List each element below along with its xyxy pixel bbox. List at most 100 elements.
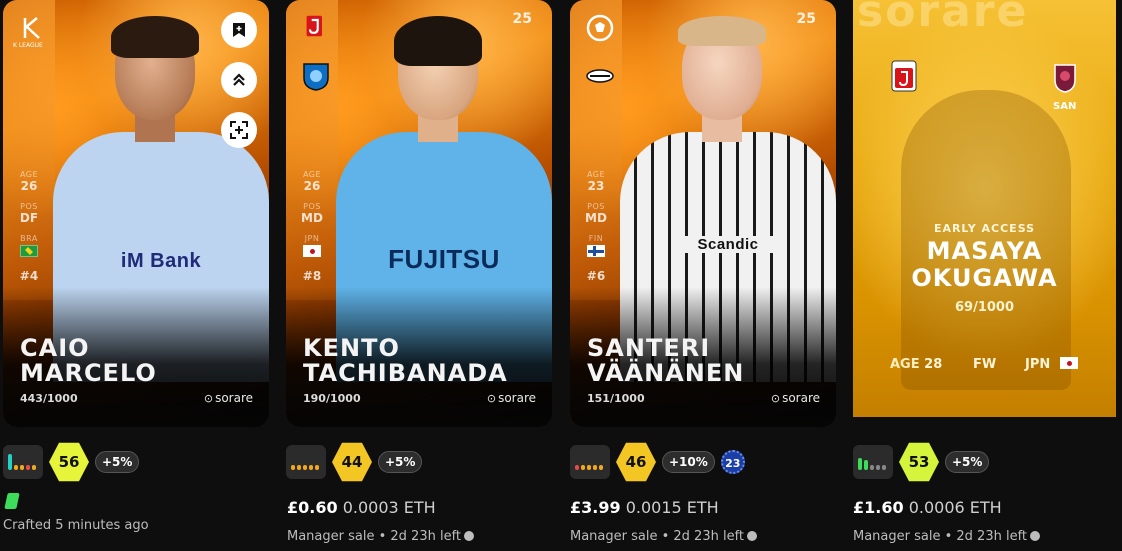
clock-icon — [747, 531, 758, 541]
level-badge: 23 — [720, 450, 745, 474]
price-gbp: £3.99 — [570, 498, 621, 517]
shirt-number: #4 — [19, 269, 39, 283]
kyoto-sanga-crest-icon — [1054, 64, 1076, 93]
sale-text: Manager sale • 2d 23h left — [853, 529, 1028, 544]
pack-position: FW — [973, 357, 997, 372]
country-code: JPN — [304, 234, 320, 243]
score-badge: 46 — [616, 442, 656, 482]
early-access-label: EARLY ACCESS — [933, 222, 1036, 235]
price-gbp: £0.60 — [287, 498, 338, 517]
form-meter — [570, 445, 610, 479]
shirt-number: #6 — [586, 269, 606, 283]
card3-price[interactable]: £3.99 0.0015 ETH — [570, 498, 719, 517]
player-first-name: SANTERI — [587, 334, 711, 362]
age-label: AGE — [19, 170, 39, 179]
form-meter — [3, 445, 43, 479]
pack-price[interactable]: £1.60 0.0006 ETH — [853, 498, 1002, 517]
player-card-kento-tachibanada[interactable]: 25 FUJITSU AGE 26 POS MD JPN #8 KENTO TA… — [286, 0, 552, 427]
price-eth: 0.0003 ETH — [342, 498, 436, 517]
eliteserien-logo-icon — [586, 14, 614, 42]
sorare-brand: sorare — [771, 391, 820, 405]
card3-score-row: 46 +10% 23 — [570, 442, 745, 482]
scan-button[interactable] — [221, 112, 257, 148]
card3-sale-info: Manager sale • 2d 23h left — [570, 529, 758, 544]
level-up-button[interactable] — [221, 62, 257, 98]
age-value: 26 — [303, 179, 321, 193]
bonus-badge: +10% — [662, 451, 715, 473]
player-stats: AGE 26 POS DF BRA #4 — [3, 170, 55, 292]
pack-serial: 69/1000 — [954, 300, 1015, 315]
pack-score-row: 53 +5% — [853, 442, 990, 482]
bonus-badge: +5% — [378, 451, 423, 473]
chevrons-up-icon — [233, 73, 245, 86]
bonus-badge: +5% — [945, 451, 990, 473]
age-label: AGE — [302, 170, 322, 179]
card2-price[interactable]: £0.60 0.0003 ETH — [287, 498, 436, 517]
rosenborg-crest-icon — [586, 69, 614, 83]
price-gbp: £1.60 — [853, 498, 904, 517]
kit-sponsor: Scandic — [680, 236, 776, 253]
finland-flag-icon — [587, 245, 605, 257]
club-code: SAN — [1053, 101, 1077, 112]
pack-sale-info: Manager sale • 2d 23h left — [853, 529, 1041, 544]
japan-flag-icon — [303, 245, 321, 257]
player-stats: AGE 26 POS MD JPN #8 — [286, 170, 338, 292]
country-code: BRA — [20, 234, 38, 243]
crafted-icon — [4, 493, 20, 509]
player-first-name: KENTO — [303, 334, 400, 362]
age-value: 26 — [20, 179, 38, 193]
player-card-caio-marcelo[interactable]: K LEAGUE iM Bank AGE 26 POS DF BRA #4 CA… — [3, 0, 269, 427]
pack-first-name: MASAYA — [926, 237, 1043, 265]
sale-text: Manager sale • 2d 23h left — [287, 529, 462, 544]
card2-sale-info: Manager sale • 2d 23h left — [287, 529, 475, 544]
form-meter — [286, 445, 326, 479]
price-eth: 0.0015 ETH — [625, 498, 719, 517]
j-league-logo-icon — [891, 60, 917, 92]
score-badge: 53 — [899, 442, 939, 482]
card-serial: 190/1000 — [303, 392, 361, 405]
shirt-number: #8 — [302, 269, 322, 283]
pack-country: JPN — [1025, 357, 1051, 372]
clock-icon — [1030, 531, 1041, 541]
pos-label: POS — [587, 202, 605, 211]
card-serial: 151/1000 — [587, 392, 645, 405]
pos-value: DF — [19, 211, 39, 225]
pack-last-name: OKUGAWA — [911, 264, 1058, 292]
j-league-logo-icon — [306, 15, 322, 37]
bookmark-icon — [233, 23, 245, 37]
kit-sponsor: FUJITSU — [388, 244, 500, 274]
age-value: 23 — [587, 179, 605, 193]
player-card-santeri-vaananen[interactable]: 25 Scandic AGE 23 POS MD FIN #6 SANTERI … — [570, 0, 836, 427]
card-edition: 25 — [512, 11, 532, 27]
score-badge: 44 — [332, 442, 372, 482]
pos-label: POS — [20, 202, 38, 211]
sorare-brand: sorare — [487, 391, 536, 405]
japan-flag-icon — [1060, 357, 1078, 369]
card-serial: 443/1000 — [20, 392, 78, 405]
form-meter — [853, 445, 893, 479]
pack-age: AGE 28 — [890, 357, 942, 372]
player-last-name: VÄÄNÄNEN — [587, 359, 745, 387]
player-last-name: MARCELO — [20, 359, 157, 387]
player-last-name: TACHIBANADA — [303, 359, 508, 387]
pos-value: MD — [301, 211, 323, 225]
scan-icon — [230, 121, 248, 139]
score-badge: 56 — [49, 442, 89, 482]
bonus-badge: +5% — [95, 451, 140, 473]
league-label: K LEAGUE — [13, 42, 43, 49]
price-eth: 0.0006 ETH — [908, 498, 1002, 517]
kawasaki-frontale-crest-icon — [303, 63, 329, 91]
pos-value: MD — [585, 211, 607, 225]
pack-brand-watermark: sorare — [857, 0, 1029, 37]
brazil-flag-icon — [20, 245, 38, 257]
player-first-name: CAIO — [20, 334, 90, 362]
card1-score-row: 56 +5% — [3, 442, 140, 482]
sorare-brand: sorare — [204, 391, 253, 405]
kit-sponsor: iM Bank — [120, 250, 202, 272]
player-name: CAIO MARCELO — [20, 336, 157, 386]
country-code: FIN — [588, 234, 604, 243]
bookmark-button[interactable] — [221, 12, 257, 48]
pack-age-label: AGE — [890, 357, 920, 372]
player-stats: AGE 23 POS MD FIN #6 — [570, 170, 622, 292]
early-access-pack-masaya-okugawa[interactable]: sorare SAN EARLY ACCESS MASAYA OKUGAWA 6… — [853, 0, 1116, 417]
